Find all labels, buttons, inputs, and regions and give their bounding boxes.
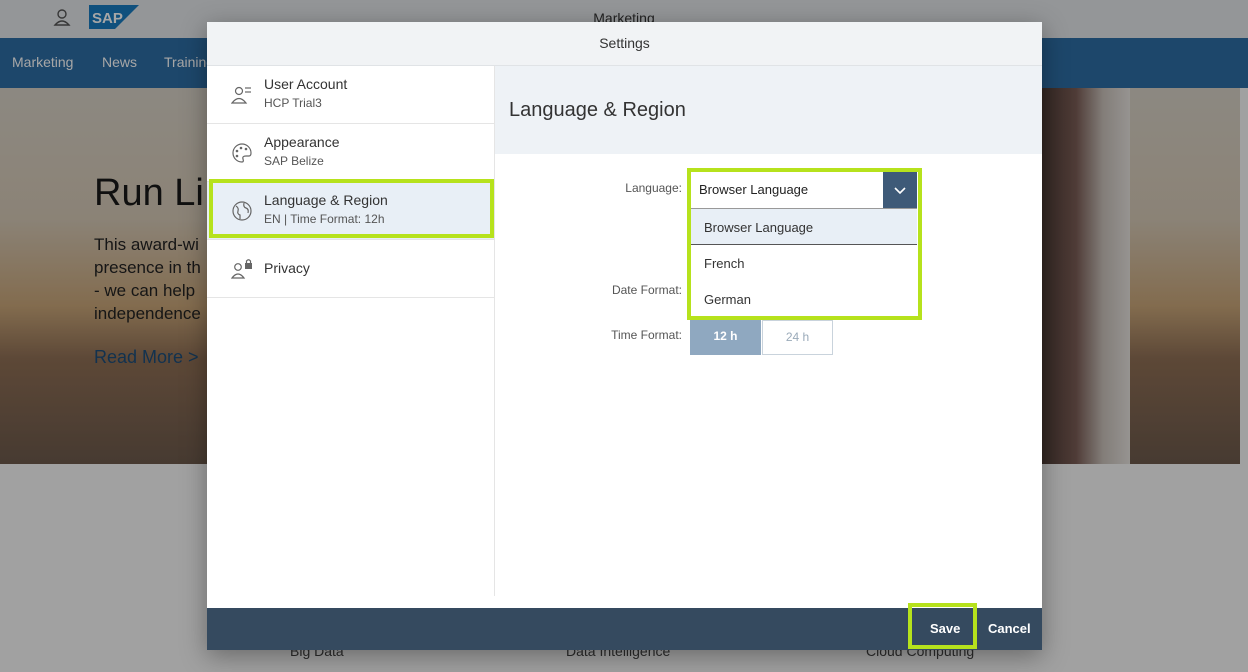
user-account-icon [231, 86, 251, 104]
time-format-24h[interactable]: 24 h [762, 320, 833, 355]
section-privacy[interactable]: Privacy [207, 240, 494, 298]
language-option-german[interactable]: German [691, 281, 917, 317]
globe-icon [232, 201, 252, 221]
section-title: Appearance [264, 134, 340, 150]
language-select[interactable]: Browser Language [691, 172, 917, 209]
date-format-label: Date Format: [611, 283, 682, 297]
detail-title: Language & Region [509, 99, 686, 121]
dialog-title: Settings [599, 35, 650, 51]
option-label: Browser Language [704, 220, 814, 235]
language-dropdown-list: Browser Language French German [691, 208, 917, 317]
settings-section-list: User Account HCP Trial3 Appearance SAP B… [207, 66, 495, 596]
user-lock-icon [231, 259, 252, 279]
dialog-header: Settings [207, 22, 1042, 66]
language-option-french[interactable]: French [691, 245, 917, 281]
language-label: Language: [625, 181, 682, 195]
detail-header: Language & Region [495, 66, 1042, 154]
section-title: User Account [264, 76, 348, 92]
section-subtitle: SAP Belize [264, 154, 324, 168]
dropdown-toggle[interactable] [883, 172, 917, 208]
section-title: Language & Region [264, 192, 388, 208]
palette-icon [232, 143, 252, 163]
section-title: Privacy [264, 260, 310, 276]
chevron-down-icon [894, 187, 906, 195]
section-user-account[interactable]: User Account HCP Trial3 [207, 66, 494, 124]
section-language-region[interactable]: Language & Region EN | Time Format: 12h [207, 182, 494, 240]
language-select-value: Browser Language [699, 182, 809, 197]
section-subtitle: HCP Trial3 [264, 96, 322, 110]
language-option-browser[interactable]: Browser Language [691, 209, 917, 245]
dialog-footer: Save Cancel [207, 608, 1042, 650]
cancel-button[interactable]: Cancel [988, 608, 1031, 650]
option-label: French [704, 256, 745, 271]
option-label: German [704, 292, 751, 307]
section-subtitle: EN | Time Format: 12h [264, 212, 385, 226]
section-appearance[interactable]: Appearance SAP Belize [207, 124, 494, 182]
time-format-12h[interactable]: 12 h [690, 320, 761, 355]
save-button[interactable]: Save [930, 608, 960, 650]
time-format-label: Time Format: [611, 328, 682, 342]
